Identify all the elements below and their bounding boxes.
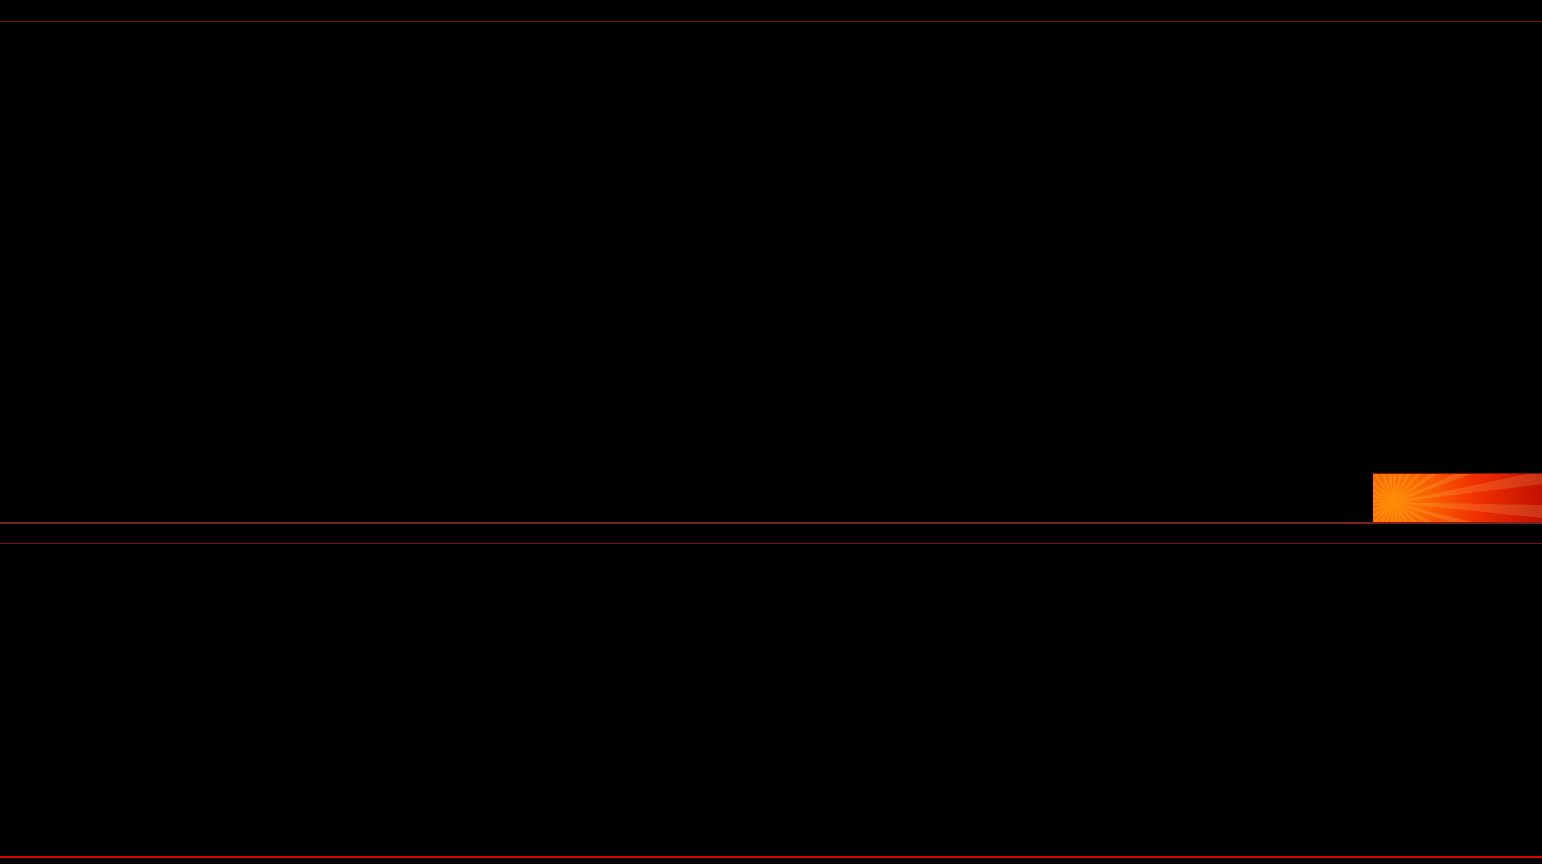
- promo-banner[interactable]: [1373, 473, 1542, 524]
- indicator-header: [1, 524, 1542, 543]
- window-bottom-border: [0, 856, 1542, 858]
- kline-chart-canvas[interactable]: [0, 22, 1542, 522]
- kline-header: [1, 0, 1542, 21]
- tdx-chart-window: [0, 0, 1542, 864]
- indicator-chart-canvas[interactable]: [0, 544, 1542, 847]
